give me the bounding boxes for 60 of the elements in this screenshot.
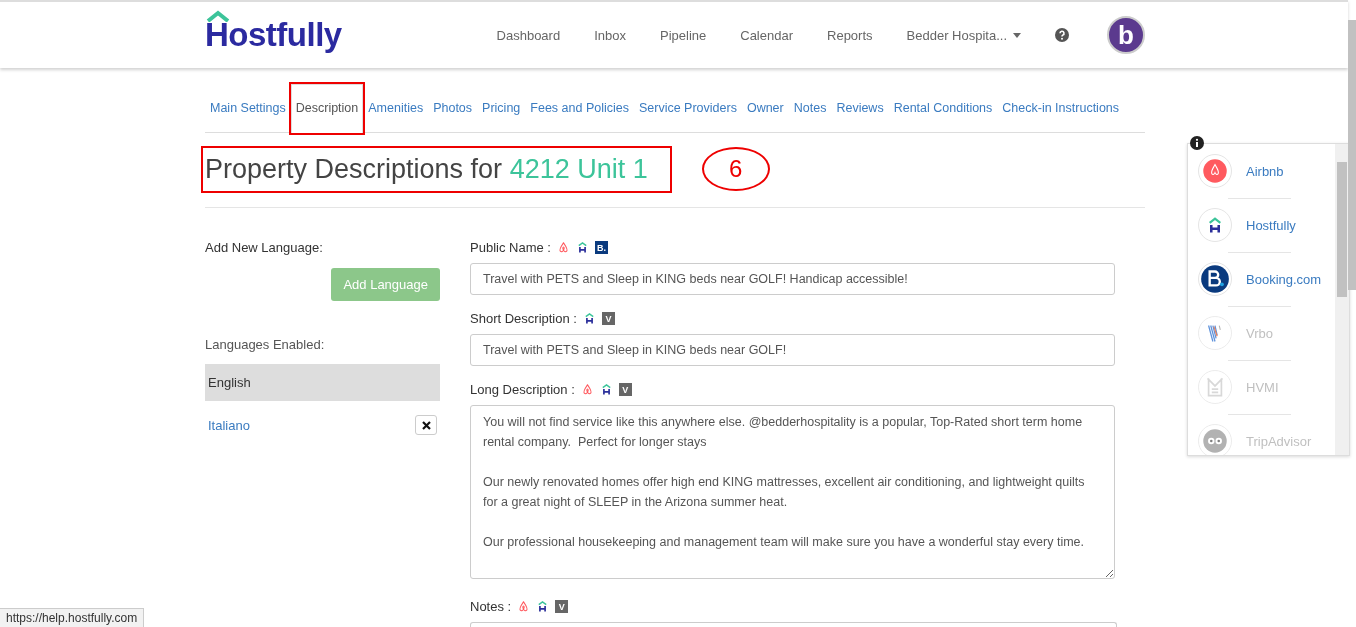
nav-link[interactable]: Inbox — [594, 27, 626, 43]
account-dropdown[interactable]: Bedder Hospita... — [906, 27, 1021, 43]
airbnb-icon — [517, 600, 531, 613]
tab[interactable]: Fees and Policies — [525, 90, 634, 132]
field-label: Public Name : — [470, 240, 551, 255]
nav-link[interactable]: Calendar — [740, 27, 793, 43]
nav-link[interactable]: Reports — [827, 27, 873, 43]
field-label: Notes : — [470, 599, 512, 614]
vrbo-icon: V — [618, 383, 632, 396]
airbnb-icon — [580, 383, 594, 396]
tab[interactable]: Check-in Instructions — [997, 90, 1125, 132]
caret-icon — [1013, 32, 1021, 38]
tab[interactable]: Service Providers — [633, 90, 742, 132]
text-field[interactable]: Travel with PETS and Sleep in KING beds near GOLF! — [470, 334, 1115, 366]
language-link[interactable]: Italiano — [208, 417, 250, 433]
nav-link[interactable]: Dashboard — [496, 27, 561, 43]
remove-button[interactable] — [415, 415, 437, 435]
channel-item[interactable]: Booking.com — [1188, 252, 1335, 306]
logo[interactable]: Hostfully — [205, 16, 342, 54]
tab[interactable]: Photos — [428, 90, 478, 132]
page-scrollbar[interactable] — [1348, 20, 1356, 290]
tab[interactable]: Notes — [788, 90, 832, 132]
status-url: https://help.hostfully.com — [0, 608, 145, 627]
booking-icon — [1198, 262, 1232, 296]
booking-icon: B. — [594, 241, 608, 254]
add-language-label: Add New Language: — [205, 240, 324, 255]
tab[interactable]: Rental Conditions — [888, 90, 998, 132]
annotation-marker: 6 — [701, 147, 770, 191]
channel-name: Airbnb — [1246, 163, 1284, 179]
channel-name: Hostfully — [1246, 217, 1296, 233]
languages-enabled-label: Languages Enabled: — [205, 337, 326, 352]
tab[interactable]: Owner — [741, 90, 789, 132]
vrbo-icon: V — [555, 600, 569, 613]
avatar[interactable]: b — [1107, 16, 1145, 54]
tab[interactable]: Pricing — [477, 90, 526, 132]
channel-item[interactable]: Hostfully — [1188, 198, 1335, 252]
text-area[interactable]: You will not find service like this anywhere else. @bedderhospitality is a popular, Top-Rated short term home rental company. Perfect for longer stays Our newly renovated homes offer high end KING mattresses, excellent air conditioning, and lightweight quilts for a great night of SLEEP in the Arizona summer heat. Our professional housekeeping and management team will make sure you have a wonderful stay every time. — [470, 405, 1115, 579]
language-name: English — [208, 375, 251, 390]
channel-item[interactable]: Airbnb — [1188, 144, 1335, 198]
tab[interactable]: Main Settings — [205, 90, 291, 132]
close-icon — [421, 420, 431, 430]
language-item[interactable]: English — [205, 364, 440, 401]
nav-link[interactable]: Pipeline — [660, 27, 707, 43]
tab[interactable]: Amenities — [363, 90, 429, 132]
field-label: Short Description : — [470, 311, 577, 326]
channel-name: Booking.com — [1246, 271, 1322, 287]
text-field[interactable]: Travel with PETS and Sleep in KING beds near GOLF! Handicap accessible! — [470, 263, 1115, 295]
roof-icon — [206, 10, 230, 22]
channel-name: HVMI — [1246, 379, 1279, 395]
help-icon[interactable] — [1055, 28, 1069, 42]
channel-name: TripAdvisor — [1246, 433, 1312, 449]
channel-name: Vrbo — [1246, 325, 1273, 341]
airbnb-icon — [556, 241, 570, 254]
scrollbar[interactable] — [1335, 144, 1349, 455]
tab[interactable]: Reviews — [831, 90, 889, 132]
language-item[interactable]: Italiano — [205, 405, 440, 445]
field-label: Long Description : — [470, 382, 575, 397]
info-icon[interactable] — [1190, 136, 1204, 150]
vrbo-icon: V — [601, 312, 615, 325]
tab[interactable]: Description — [290, 84, 364, 133]
